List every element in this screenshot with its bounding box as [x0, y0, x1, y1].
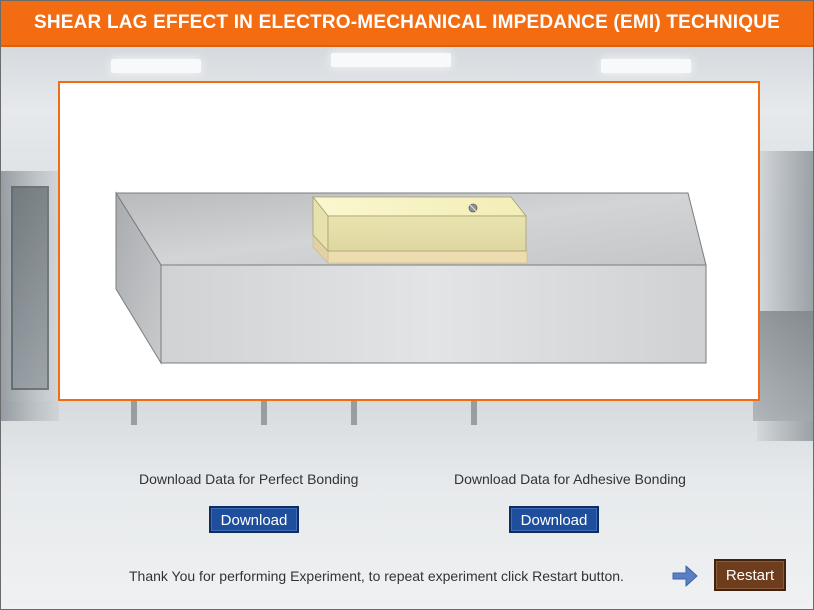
background-ceiling-light	[331, 53, 451, 67]
pzt-patch-front	[327, 215, 527, 252]
beam-illustration	[115, 191, 707, 365]
app-window: SHEAR LAG EFFECT IN ELECTRO-MECHANICAL I…	[0, 0, 814, 610]
adhesive-bonding-label: Download Data for Adhesive Bonding	[454, 471, 686, 487]
perfect-bonding-label: Download Data for Perfect Bonding	[139, 471, 359, 487]
connector-icon	[468, 203, 478, 213]
download-adhesive-bonding-button[interactable]: Download	[509, 506, 599, 533]
background-ceiling-light	[111, 59, 201, 73]
background-table-leg	[351, 399, 357, 425]
page-title: SHEAR LAG EFFECT IN ELECTRO-MECHANICAL I…	[1, 1, 813, 47]
download-perfect-bonding-button[interactable]: Download	[209, 506, 299, 533]
beam-front-face	[160, 264, 707, 364]
background-ceiling-light	[601, 59, 691, 73]
restart-button[interactable]: Restart	[714, 559, 786, 591]
background-table-leg	[261, 399, 267, 425]
background-door	[11, 186, 49, 390]
pzt-patch-top	[312, 196, 527, 217]
completion-message: Thank You for performing Experiment, to …	[129, 568, 624, 584]
background-table-leg	[471, 399, 477, 425]
arrow-right-icon	[672, 565, 698, 587]
background-cabinet	[753, 311, 813, 421]
simulation-panel	[58, 81, 760, 401]
adhesive-layer-front	[327, 250, 528, 264]
background-table-leg	[131, 399, 137, 425]
